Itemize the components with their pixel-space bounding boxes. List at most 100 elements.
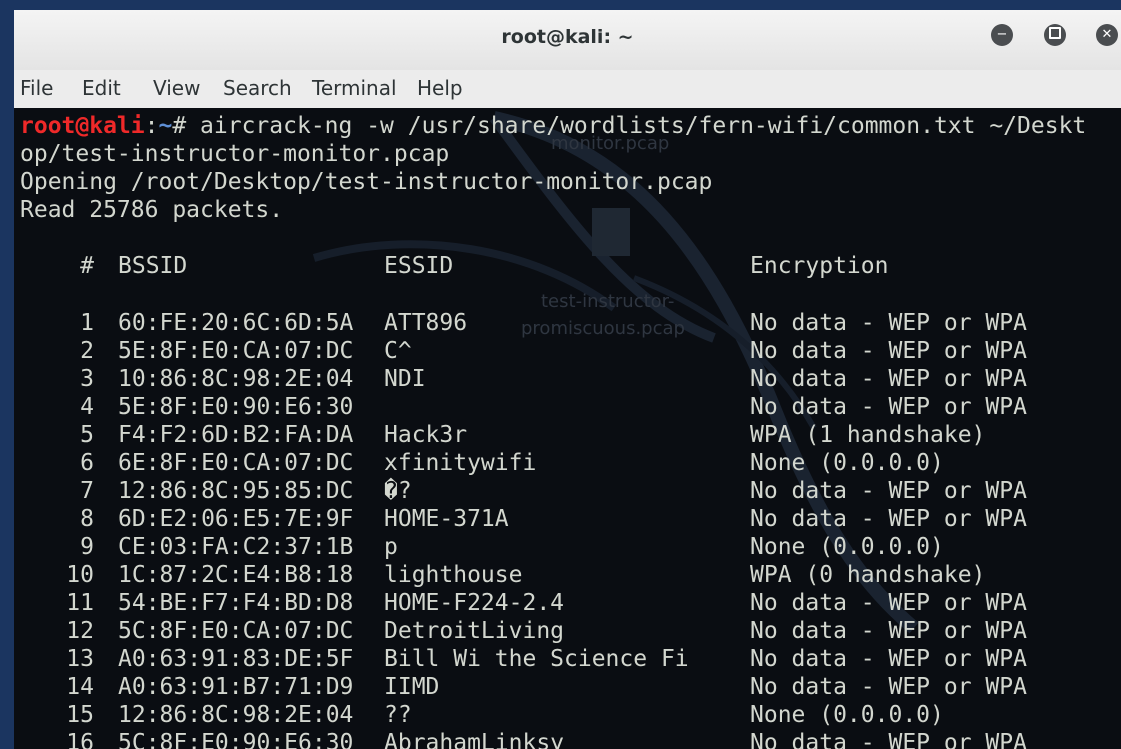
- row-num: 1: [80, 310, 94, 336]
- row-essid: ??: [384, 702, 412, 728]
- table-row: 10 1C:87:2C:E4:B8:18 lighthouse WPA (0 hand…: [14, 561, 1121, 589]
- command-line: root@kali:~# aircrack-ng -w /usr/share/w…: [20, 113, 1087, 139]
- prompt-symbol: #: [172, 113, 201, 139]
- row-essid: �?: [384, 478, 412, 504]
- row-num: 9: [80, 534, 94, 560]
- row-bssid: 5E:8F:E0:90:E6:30: [118, 394, 354, 420]
- row-essid: C^: [384, 338, 412, 364]
- row-num: 2: [80, 338, 94, 364]
- row-num: 14: [66, 674, 94, 700]
- row-bssid: F4:F2:6D:B2:FA:DA: [118, 422, 354, 448]
- prompt-path: ~: [158, 113, 173, 139]
- row-num: 15: [66, 702, 94, 728]
- table-row: 4 5E:8F:E0:90:E6:30 No data - WEP or WPA: [14, 393, 1121, 421]
- menu-file[interactable]: File: [20, 76, 53, 100]
- row-essid: xfinitywifi: [384, 450, 537, 476]
- row-encryption: None (0.0.0.0): [750, 450, 944, 476]
- table-row: 5 F4:F2:6D:B2:FA:DA Hack3r WPA (1 handshake…: [14, 421, 1121, 449]
- row-num: 11: [66, 590, 94, 616]
- table-row: 15 12:86:8C:98:2E:04?? None (0.0.0.0): [14, 701, 1121, 729]
- row-encryption: No data - WEP or WPA: [750, 394, 1027, 420]
- row-bssid: A0:63:91:83:DE:5F: [118, 646, 354, 672]
- row-num: 3: [80, 366, 94, 392]
- row-encryption: No data - WEP or WPA: [750, 338, 1027, 364]
- menu-view[interactable]: View: [153, 76, 200, 100]
- row-encryption: None (0.0.0.0): [750, 534, 944, 560]
- menu-search[interactable]: Search: [223, 76, 292, 100]
- table-row: 13 A0:63:91:83:DE:5F Bill Wi the Science F…: [14, 645, 1121, 673]
- window-title: root@kali: ~: [501, 26, 634, 48]
- row-encryption: WPA (0 handshake): [750, 562, 986, 588]
- table-row: 16 5C:8F:E0:90:E6:30 AbrahamLinksy No data …: [14, 729, 1121, 749]
- row-essid: ATT896: [384, 310, 468, 336]
- menu-terminal[interactable]: Terminal: [312, 76, 397, 100]
- menu-edit[interactable]: Edit: [82, 76, 121, 100]
- command-text: aircrack-ng -w /usr/share/wordlists/fern…: [200, 113, 1087, 139]
- row-num: 12: [66, 618, 94, 644]
- row-num: 6: [80, 450, 94, 476]
- table-row: 6 6E:8F:E0:CA:07:DC xfinitywifi None (0.0.0…: [14, 449, 1121, 477]
- close-icon: ✕: [1101, 27, 1113, 42]
- table-row: 14 A0:63:91:B7:71:D9 IIMD No data - WEP or …: [14, 673, 1121, 701]
- maximize-button[interactable]: [1044, 24, 1066, 46]
- table-row: 12 5C:8F:E0:CA:07:DC DetroitLiving No data …: [14, 617, 1121, 645]
- row-essid: AbrahamLinksy: [384, 730, 565, 749]
- row-num: 4: [80, 394, 94, 420]
- menu-help[interactable]: Help: [417, 76, 463, 100]
- row-num: 16: [66, 730, 94, 749]
- row-encryption: No data - WEP or WPA: [750, 478, 1027, 504]
- row-essid: HOME-F224-2.4: [384, 590, 565, 616]
- minimize-button[interactable]: −: [991, 24, 1013, 46]
- terminal-output-area[interactable]: monitor.pcap test-instructor- promiscuou…: [14, 108, 1121, 749]
- row-encryption: No data - WEP or WPA: [750, 618, 1027, 644]
- row-bssid: A0:63:91:B7:71:D9: [118, 674, 354, 700]
- table-row: 8 6D:E2:06:E5:7E:9F HOME-371A No data - WEP…: [14, 505, 1121, 533]
- row-encryption: No data - WEP or WPA: [750, 646, 1027, 672]
- table-header-row: # BSSID ESSID Encryption: [14, 252, 1121, 280]
- row-bssid: 12:86:8C:98:2E:04: [118, 702, 354, 728]
- row-bssid: 5C:8F:E0:90:E6:30: [118, 730, 354, 749]
- maximize-icon: [1049, 27, 1061, 39]
- row-num: 5: [80, 422, 94, 448]
- table-row: 9 CE:03:FA:C2:37:1B p None (0.0.0.0): [14, 533, 1121, 561]
- command-line-continued: op/test-instructor-monitor.pcap: [20, 141, 450, 167]
- row-bssid: 5E:8F:E0:CA:07:DC: [118, 338, 354, 364]
- row-num: 7: [80, 478, 94, 504]
- row-essid: p: [384, 534, 398, 560]
- row-bssid: 10:86:8C:98:2E:04: [118, 366, 354, 392]
- header-encryption: Encryption: [750, 253, 889, 279]
- row-essid: NDI: [384, 366, 426, 392]
- row-bssid: 60:FE:20:6C:6D:5A: [118, 310, 354, 336]
- title-bar[interactable]: root@kali: ~ − ✕: [14, 10, 1121, 70]
- row-num: 13: [66, 646, 94, 672]
- row-encryption: No data - WEP or WPA: [750, 590, 1027, 616]
- row-num: 8: [80, 506, 94, 532]
- file-icon: [592, 208, 630, 256]
- menu-bar: File Edit View Search Terminal Help: [14, 70, 1121, 109]
- close-button[interactable]: ✕: [1096, 24, 1118, 46]
- row-bssid: 6D:E2:06:E5:7E:9F: [118, 506, 354, 532]
- row-encryption: WPA (1 handshake): [750, 422, 986, 448]
- header-essid: ESSID: [384, 253, 454, 279]
- row-bssid: 6E:8F:E0:CA:07:DC: [118, 450, 354, 476]
- prompt-user: root@kali: [20, 113, 145, 139]
- row-encryption: None (0.0.0.0): [750, 702, 944, 728]
- row-bssid: 5C:8F:E0:CA:07:DC: [118, 618, 354, 644]
- table-row: 1 60:FE:20:6C:6D:5A ATT896 No data - WEP or…: [14, 309, 1121, 337]
- table-row: 11 54:BE:F7:F4:BD:D8 HOME-F224-2.4 No data …: [14, 589, 1121, 617]
- row-essid: lighthouse: [384, 562, 523, 588]
- row-encryption: No data - WEP or WPA: [750, 310, 1027, 336]
- output-line: Opening /root/Desktop/test-instructor-mo…: [20, 169, 713, 195]
- row-encryption: No data - WEP or WPA: [750, 730, 1027, 749]
- row-num: 10: [66, 562, 94, 588]
- table-row: 3 10:86:8C:98:2E:04 NDI No data - WEP or WP…: [14, 365, 1121, 393]
- table-row: 7 12:86:8C:95:85:DC �? No data - WEP or WPA: [14, 477, 1121, 505]
- row-encryption: No data - WEP or WPA: [750, 506, 1027, 532]
- terminal-window: root@kali: ~ − ✕ File Edit View Search T…: [14, 10, 1121, 749]
- row-essid: HOME-371A: [384, 506, 509, 532]
- row-essid: Hack3r: [384, 422, 468, 448]
- row-encryption: No data - WEP or WPA: [750, 366, 1027, 392]
- row-essid: Bill Wi the Science Fi: [384, 646, 689, 672]
- table-row: 2 5E:8F:E0:CA:07:DC C^ No data - WEP or WPA: [14, 337, 1121, 365]
- row-bssid: CE:03:FA:C2:37:1B: [118, 534, 354, 560]
